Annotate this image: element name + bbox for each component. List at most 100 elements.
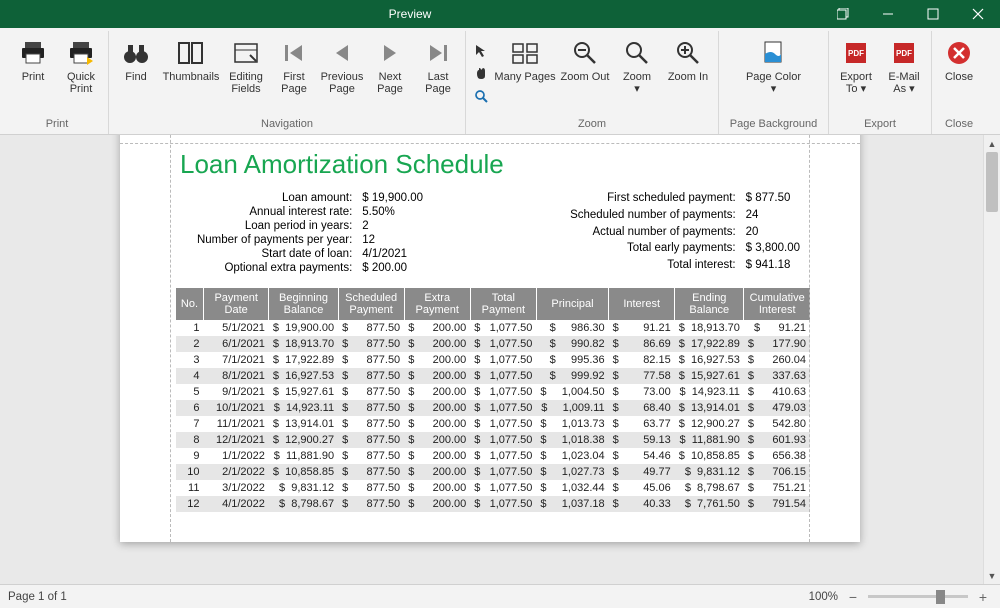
binoculars-icon [120,37,152,69]
table-cell: 4 [176,368,203,384]
table-cell: 10/1/2021 [203,400,268,416]
table-cell: 8/1/2021 [203,368,268,384]
zoom-button[interactable]: Zoom▾ [614,35,660,97]
column-header: PaymentDate [203,288,268,320]
summary-label: Loan period in years: [180,220,352,232]
table-cell: $ 1,077.50 [470,320,536,336]
table-cell: 11 [176,480,203,496]
table-cell: $ 16,927.53 [675,352,744,368]
zoom-icon [621,37,653,69]
table-cell: $ 177.90 [744,336,810,352]
group-label-close: Close [945,115,973,134]
email-as-button[interactable]: PDF E-MailAs ▾ [881,35,927,97]
summary-label: Annual interest rate: [180,206,352,218]
prev-page-label: PreviousPage [321,71,364,95]
zoom-plus-button[interactable]: + [974,588,992,606]
zoom-control: 100% − + [809,588,992,606]
ribbon-group-print: Print QuickPrint Print [6,31,109,134]
table-cell: $ 14,923.11 [675,384,744,400]
table-cell: $ 1,018.38 [536,432,608,448]
minimize-window-button[interactable] [865,0,910,28]
close-button[interactable]: Close [936,35,982,97]
many-pages-label: Many Pages [494,71,555,95]
ribbon-group-close: Close Close [932,31,986,134]
statusbar: Page 1 of 1 100% − + [0,584,1000,608]
last-page-button[interactable]: LastPage [415,35,461,97]
zoom-out-button[interactable]: Zoom Out [558,35,612,97]
table-cell: $ 11,881.90 [675,432,744,448]
summary-value: 20 [746,226,800,241]
summary-value: 2 [362,220,440,232]
first-page-button[interactable]: FirstPage [271,35,317,97]
scroll-thumb[interactable] [986,152,998,212]
table-cell: $ 13,914.01 [269,416,338,432]
thumbnails-icon [175,37,207,69]
table-cell: $ 15,927.61 [269,384,338,400]
table-cell: $ 7,761.50 [675,496,744,512]
first-page-icon [278,37,310,69]
zoom-in-button[interactable]: Zoom In [662,35,714,97]
table-cell: $ 91.21 [744,320,810,336]
table-cell: 10 [176,464,203,480]
close-icon [943,37,975,69]
first-page-label: FirstPage [281,71,307,95]
quick-print-button[interactable]: QuickPrint [58,35,104,97]
pointer-tool-button[interactable] [470,39,492,61]
table-cell: $ 68.40 [609,400,675,416]
magnifier-tool-button[interactable] [470,85,492,107]
vertical-scrollbar[interactable]: ▲ ▼ [983,135,1000,584]
scroll-track[interactable] [984,152,1000,567]
table-cell: 5 [176,384,203,400]
table-cell: 7 [176,416,203,432]
find-button[interactable]: Find [113,35,159,97]
zoom-minus-button[interactable]: − [844,588,862,606]
table-cell: $ 1,077.50 [470,432,536,448]
summary-label: Actual number of payments: [570,226,736,241]
table-cell: $ 1,077.50 [470,368,536,384]
summary-label: Start date of loan: [180,248,352,260]
table-cell: $ 17,922.89 [269,352,338,368]
restore-window-icon[interactable] [820,0,865,28]
table-cell: $ 200.00 [404,432,470,448]
scroll-down-button[interactable]: ▼ [984,567,1000,584]
close-lbl: Close [945,71,973,95]
next-page-button[interactable]: NextPage [367,35,413,97]
editing-fields-button[interactable]: EditingFields [223,35,269,97]
print-button[interactable]: Print [10,35,56,97]
table-cell: $ 59.13 [609,432,675,448]
table-cell: $ 82.15 [609,352,675,368]
table-cell: $ 91.21 [609,320,675,336]
scroll-up-button[interactable]: ▲ [984,135,1000,152]
table-cell: $ 706.15 [744,464,810,480]
page-viewport[interactable]: Loan Amortization Schedule Loan amount:$… [0,135,983,584]
export-to-button[interactable]: PDF ExportTo ▾ [833,35,879,97]
table-cell: $ 40.33 [609,496,675,512]
maximize-window-button[interactable] [910,0,955,28]
table-cell: $ 54.46 [609,448,675,464]
table-cell: $ 1,027.73 [536,464,608,480]
svg-text:PDF: PDF [848,49,864,58]
table-cell: $ 200.00 [404,448,470,464]
hand-tool-button[interactable] [470,62,492,84]
prev-page-icon [326,37,358,69]
ribbon-group-zoom: Many Pages Zoom Out Zoom▾ Zoom In Zoom [466,31,719,134]
table-cell: $ 995.36 [536,352,608,368]
column-header: ScheduledPayment [338,288,404,320]
thumbnails-button[interactable]: Thumbnails [161,35,221,97]
table-cell: $ 877.50 [338,336,404,352]
close-window-button[interactable] [955,0,1000,28]
table-cell: $ 73.00 [609,384,675,400]
ribbon-group-export: PDF ExportTo ▾ PDF E-MailAs ▾ Export [829,31,932,134]
summary-value: $ 200.00 [362,262,440,274]
export-to-lbl: ExportTo ▾ [840,71,872,95]
zoom-slider[interactable] [868,595,968,598]
many-pages-button[interactable]: Many Pages [494,35,556,97]
table-cell: $ 12,900.27 [675,416,744,432]
page-color-button[interactable]: Page Color▾ [741,35,807,97]
table-cell: $ 877.50 [338,320,404,336]
previous-page-button[interactable]: PreviousPage [319,35,365,97]
workspace: Loan Amortization Schedule Loan amount:$… [0,135,1000,584]
table-cell: $ 200.00 [404,496,470,512]
zoom-slider-thumb[interactable] [936,590,945,604]
table-cell: 1/1/2022 [203,448,268,464]
